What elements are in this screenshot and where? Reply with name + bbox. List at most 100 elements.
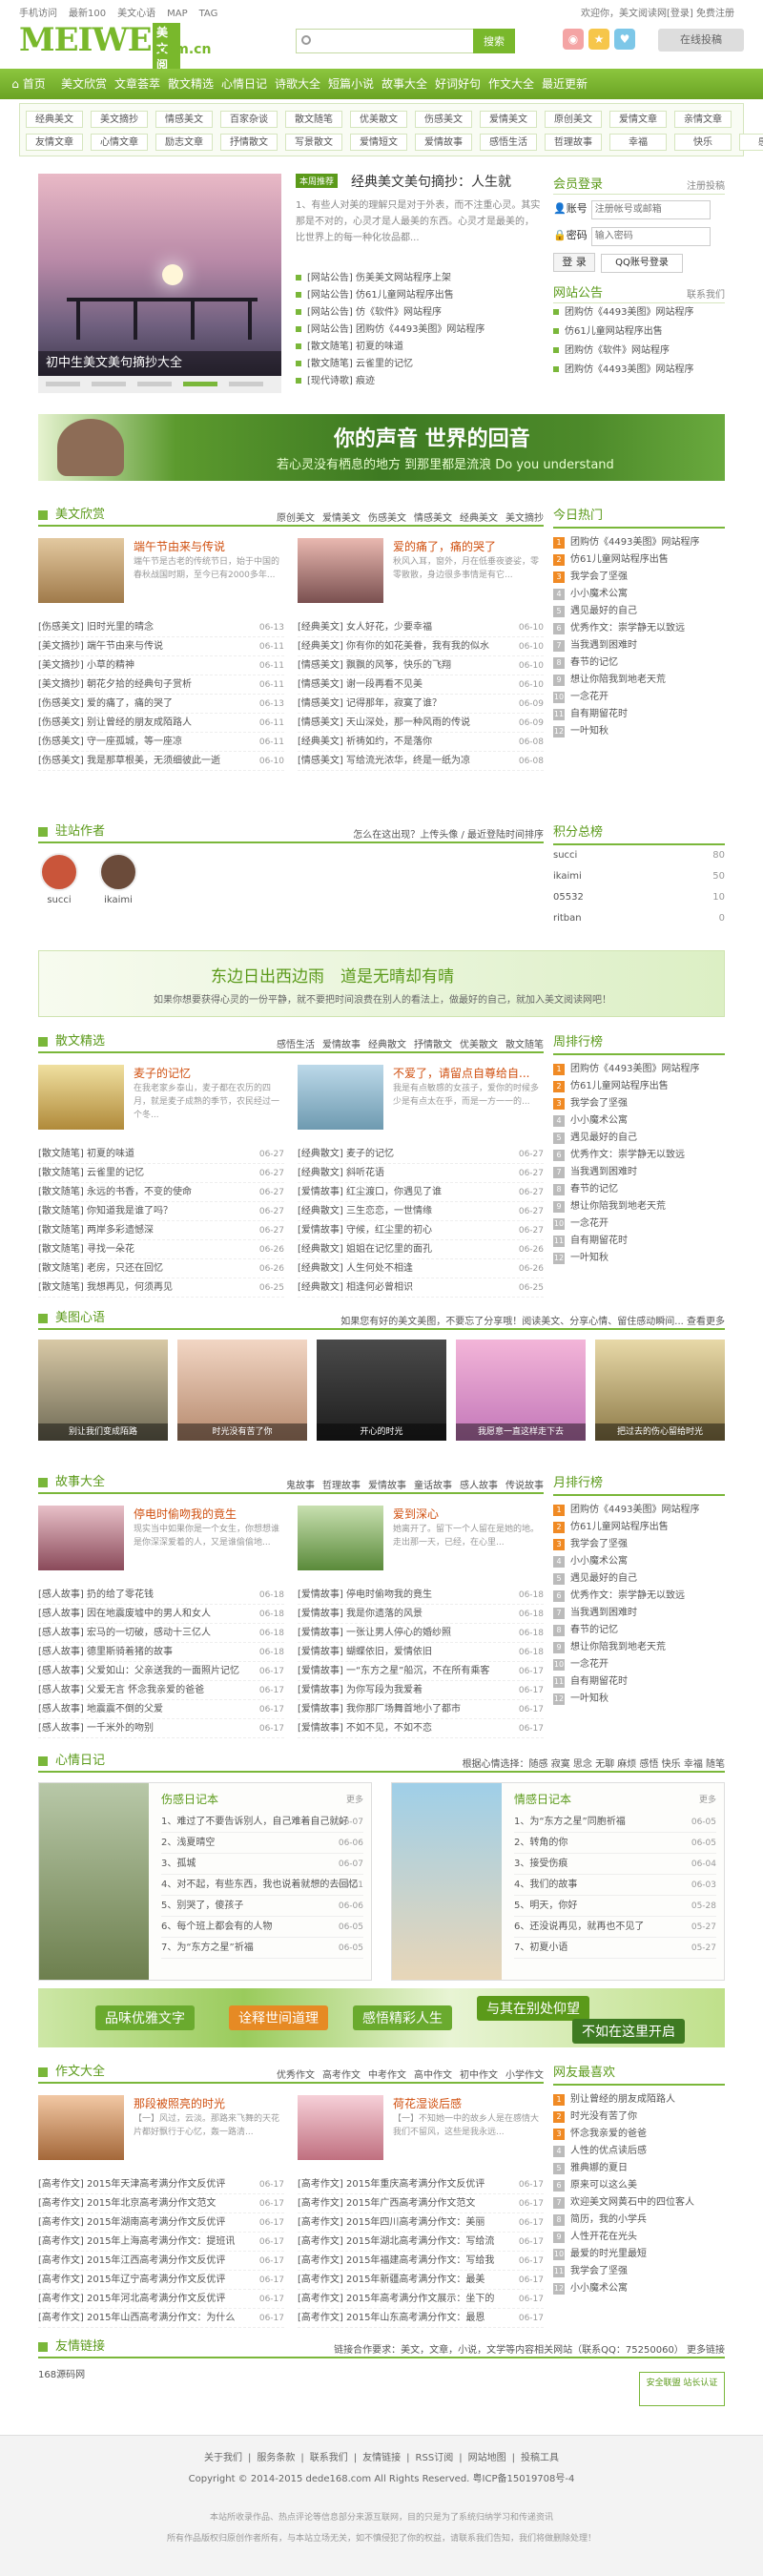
diary-item[interactable]: 1、难过了不要告诉别人，自己难着自己就好 06-07 [161,1812,363,1833]
subnav-item[interactable]: 友情文章 [26,134,83,151]
article-thumbnail[interactable] [38,538,124,603]
article-title[interactable]: 爱到深心 [393,1506,439,1522]
list-item[interactable]: [散文随笔] 初夏的味道 06-27 [38,1145,284,1164]
rank-item[interactable]: 3 我学会了坚强 [553,1095,725,1112]
list-item[interactable]: [爱情故事] 守候，红尘里的初心 06-27 [298,1221,544,1240]
rank-item[interactable]: 10 一念花开 [553,689,725,706]
footer-link[interactable]: RSS订阅 [416,2453,454,2463]
slogan-banner[interactable]: 品味优雅文字 诠释世间道理 感悟精彩人生 与其在别处仰望 不如在这里开启 [38,1988,725,2047]
diary-item[interactable]: 4、对不起，有些东西，我也说着就想的去回忆 06-01 [161,1875,363,1896]
rank-item[interactable]: 1 团购仿《4493美图》网站程序 [553,1502,725,1519]
article-title[interactable]: 荷花湿谈后感 [393,2095,462,2111]
rank-item[interactable]: 7 当我遇到困难时 [553,1605,725,1622]
rank-item[interactable]: 12 一叶知秋 [553,1250,725,1267]
subnav-item[interactable]: 百家杂谈 [220,111,278,128]
rank-item[interactable]: 11 自有期留花时 [553,706,725,723]
footer-link[interactable]: 联系我们 [310,2453,348,2463]
list-item[interactable]: [爱情故事] 一“东方之星”船沉，不在所有乘客 06-17 [298,1662,544,1681]
nav-item[interactable]: 美文欣赏 [57,69,111,99]
featured-article[interactable]: 不爱了，请留点自尊给自... 我是有点敏感的女孩子，爱你的时候多少是有点太在乎，而… [298,1065,544,1137]
nav-item[interactable]: 故事大全 [378,69,431,99]
subnav-item[interactable]: 情感美文 [155,111,213,128]
article-title[interactable]: 爱的痛了，痛的哭了 [393,538,496,554]
qq-login-button[interactable]: QQ账号登录 [601,254,683,273]
search-button[interactable]: 搜索 [473,29,515,53]
list-item[interactable]: [高考作文] 2015年广西高考满分作文范文 06-17 [298,2194,544,2213]
subnav-item[interactable]: 感悟生活 [480,134,537,151]
section-tab[interactable]: 鬼故事 [286,1481,315,1491]
article-thumbnail[interactable] [298,1506,383,1570]
diary-item[interactable]: 6、每个班上都会有的人物 06-05 [161,1917,363,1938]
top-link[interactable]: 最新100 [69,9,106,19]
article-thumbnail[interactable] [38,2095,124,2160]
list-item[interactable]: 团购仿《4493美图》网站程序 [553,303,725,322]
slide-dot[interactable] [46,382,80,386]
list-item[interactable]: [伤感美文] 我是那草根美，无须细彼此一逝 06-10 [38,752,284,771]
rank-item[interactable]: 8 简历，我的小学兵 [553,2212,725,2229]
featured-article[interactable]: 麦子的记忆 在我老家乡泰山，麦子都在农历的四月，就是麦子成熟的季节，农民经过一个冬… [38,1065,284,1137]
list-item[interactable]: [伤感美文] 爱的痛了，痛的哭了 06-13 [38,695,284,714]
article-thumbnail[interactable] [298,2095,383,2160]
list-item[interactable]: [散文随笔] 两岸多彩遗憾深 06-27 [38,1221,284,1240]
quote-banner[interactable]: 东边日出西边雨 道是无晴却有晴 如果你想要获得心灵的一份平静，就不要把时间浪费在… [38,950,725,1017]
nav-item[interactable]: 散文精选 [164,69,217,99]
section-tab[interactable]: 经典散文 [368,1040,406,1050]
nav-item[interactable]: 作文大全 [485,69,538,99]
list-item[interactable]: 团购仿《软件》网站程序 [553,342,725,361]
footer-link[interactable]: 友情链接 [362,2453,401,2463]
subnav-item[interactable]: 励志文章 [155,134,213,151]
list-item[interactable]: [经典散文] 人生何处不相逢 06-26 [298,1259,544,1278]
rank-item[interactable]: 7 当我遇到困难时 [553,1164,725,1181]
list-item[interactable]: [经典散文] 姐姐在记忆里的面孔 06-26 [298,1240,544,1259]
score-row[interactable]: ikaimi 50 [553,866,725,887]
section-tab[interactable]: 美文摘抄 [505,513,544,524]
list-item[interactable]: [高考作文] 2015年四川高考满分作文：美丽 06-17 [298,2213,544,2233]
diary-item[interactable]: 2、转角的你 06-05 [514,1833,716,1854]
subnav-item[interactable]: 哲理故事 [545,134,602,151]
rank-item[interactable]: 3 怀念我亲爱的爸爸 [553,2126,725,2143]
pic-card[interactable]: 我愿意一直这样走下去 [456,1340,586,1441]
subnav-item[interactable]: 爱情文章 [609,111,667,128]
list-item[interactable]: [高考作文] 2015年山西高考满分作文：为什么 06-17 [38,2309,284,2328]
subnav-item[interactable]: 原创美文 [545,111,602,128]
section-tab[interactable]: 爱情故事 [322,1040,361,1050]
featured-article[interactable]: 爱的痛了，痛的哭了 秋风入耳，窗外，月在低垂夜婆娑，零零散散，身边很多事情是有它.… [298,538,544,611]
subnav-item[interactable]: 亲情文章 [674,111,732,128]
score-row[interactable]: 05532 10 [553,887,725,908]
list-item[interactable]: [爱情故事] 为你写段为我爱着 06-17 [298,1681,544,1700]
rank-item[interactable]: 9 想让你陪我到地老天荒 [553,672,725,689]
search-input[interactable] [297,30,468,52]
top-link[interactable]: MAP [167,9,188,19]
diary-item[interactable]: 5、别哭了，傻孩子 06-06 [161,1896,363,1917]
rank-item[interactable]: 3 我学会了坚强 [553,1536,725,1553]
rank-item[interactable]: 2 仿61儿童网站程序出售 [553,551,725,569]
list-item[interactable]: [伤感美文] 别让曾经的朋友成陌路人 06-11 [38,714,284,733]
list-item[interactable]: [散文随笔] 老房，只还在回忆 06-26 [38,1259,284,1278]
subnav-item[interactable]: 经典美文 [26,111,83,128]
section-tab[interactable]: 小学作文 [505,2070,544,2081]
list-item[interactable]: 仿61儿童网站程序出售 [553,322,725,342]
section-tab[interactable]: 伤感美文 [368,513,406,524]
nav-item[interactable]: 最近更新 [538,69,591,99]
list-item[interactable]: [爱情故事] 蝴蝶依旧，爱情依旧 06-18 [298,1643,544,1662]
list-item[interactable]: [感人故事] 一千米外的吻别 06-17 [38,1719,284,1738]
rank-item[interactable]: 9 想让你陪我到地老天荒 [553,1639,725,1656]
nav-item[interactable]: ⌂ 首页 [0,69,57,99]
list-item[interactable]: [爱情故事] 不如不见，不如不恋 06-17 [298,1719,544,1738]
list-item[interactable]: [散文随笔] 寻找一朵花 06-26 [38,1240,284,1259]
list-item[interactable]: [网站公告] 团购仿《4493美图》网站程序 [296,321,485,338]
rank-item[interactable]: 5 遇见最好的自己 [553,603,725,620]
list-item[interactable]: [伤感美文] 守一座孤城，等一座凉 06-11 [38,733,284,752]
section-tab[interactable]: 感悟生活 [277,1040,315,1050]
rank-item[interactable]: 6 原来可以这么美 [553,2177,725,2194]
list-item[interactable]: [经典散文] 三生恋恋，一世情缘 06-27 [298,1202,544,1221]
pics-tip[interactable]: 如果您有好的美文美图，不要忘了分享哦！阅读美文、分享心情、留住感动瞬间... 查… [340,1313,725,1327]
pic-card[interactable]: 时光没有苦了你 [177,1340,307,1441]
rank-item[interactable]: 8 春节的记忆 [553,1181,725,1198]
list-item[interactable]: [感人故事] 宏马的一切破，感动十三亿人 06-18 [38,1624,284,1643]
list-item[interactable]: [爱情故事] 停电时偷吻我的竟生 06-18 [298,1586,544,1605]
nav-item[interactable]: 短篇小说 [324,69,378,99]
list-item[interactable]: [经典美文] 你有你的如花美眷，我有我的似水 06-10 [298,637,544,656]
rank-item[interactable]: 6 优秀作文：崇学静无以致远 [553,1588,725,1605]
diary-item[interactable]: 5、明天，你好 05-28 [514,1896,716,1917]
